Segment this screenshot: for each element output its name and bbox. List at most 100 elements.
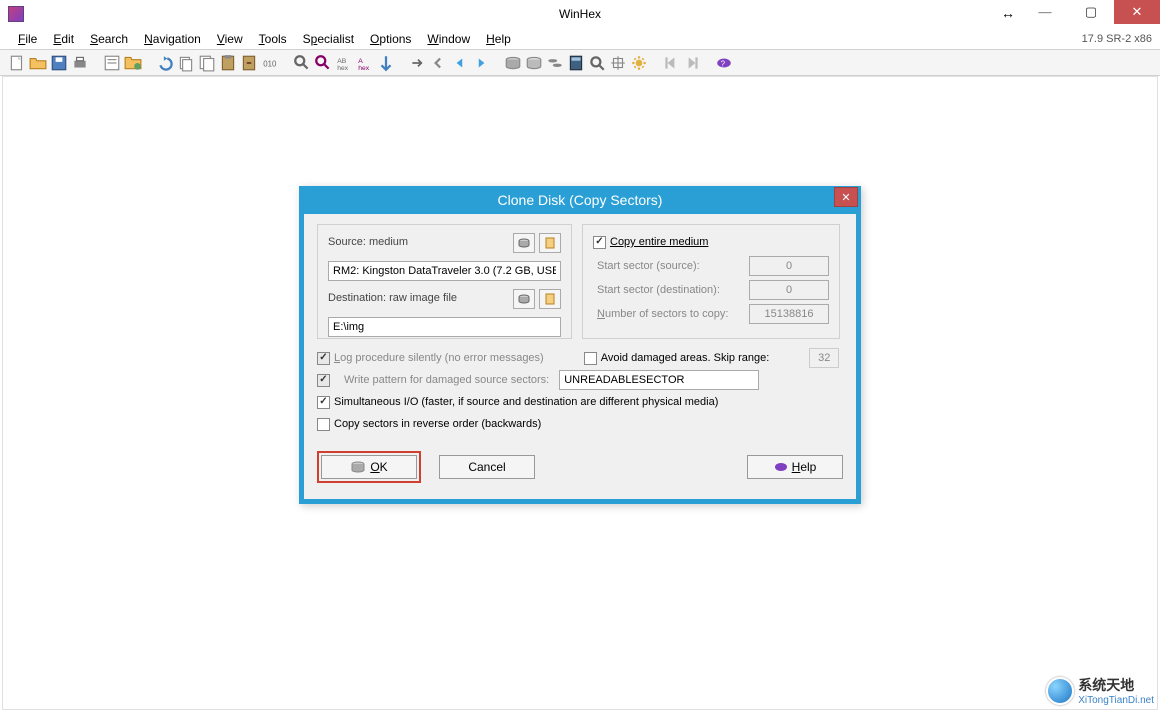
sector-panel: Copy entire medium Start sector (source)… — [582, 224, 840, 339]
disk2-icon[interactable] — [525, 54, 543, 72]
svg-text:?: ? — [721, 59, 726, 68]
paste-write-icon[interactable] — [240, 54, 258, 72]
save-icon[interactable] — [50, 54, 68, 72]
watermark-name: 系统天地 — [1078, 677, 1134, 693]
ok-highlight: OK — [317, 451, 421, 483]
window-controls: — ▢ ✕ — [1022, 0, 1160, 24]
dest-label: Destination: raw image file — [328, 292, 509, 304]
simultaneous-checkbox[interactable] — [317, 396, 330, 409]
analyze-icon[interactable] — [588, 54, 606, 72]
dest-value[interactable] — [328, 317, 561, 337]
dest-file-button[interactable] — [539, 289, 561, 309]
svg-text:hex: hex — [337, 64, 349, 71]
watermark-url: XiTongTianDi.net — [1078, 695, 1154, 706]
new-file-icon[interactable] — [8, 54, 26, 72]
source-value[interactable] — [328, 261, 561, 281]
window-title: WinHex — [559, 7, 601, 21]
version-label: 17.9 SR-2 x86 — [1082, 33, 1152, 45]
menu-view[interactable]: View — [209, 30, 251, 48]
menu-options[interactable]: Options — [362, 30, 419, 48]
log-silent-label: Log procedure silently (no error message… — [334, 352, 544, 364]
undo-icon[interactable] — [156, 54, 174, 72]
source-file-button[interactable] — [539, 233, 561, 253]
nav-last-icon[interactable] — [683, 54, 701, 72]
menu-search[interactable]: Search — [82, 30, 136, 48]
find-text-icon[interactable] — [293, 54, 311, 72]
folder-tree-icon[interactable] — [124, 54, 142, 72]
close-button[interactable]: ✕ — [1114, 0, 1160, 24]
copy-entire-label: Copy entire medium — [610, 236, 708, 248]
app-icon — [8, 6, 24, 22]
paste-icon[interactable] — [219, 54, 237, 72]
start-source-label: Start sector (source): — [597, 260, 749, 272]
num-sectors-field — [749, 304, 829, 324]
menu-help[interactable]: Help — [478, 30, 519, 48]
skip-range-field — [809, 348, 839, 368]
prev-icon[interactable] — [451, 54, 469, 72]
toolbar: 010 ABhex Ahex ? — [0, 50, 1160, 76]
maximize-button[interactable]: ▢ — [1068, 0, 1114, 24]
nav-first-icon[interactable] — [662, 54, 680, 72]
log-silent-checkbox — [317, 352, 330, 365]
hex-icon[interactable]: 010 — [261, 54, 279, 72]
clone-disk-dialog: Clone Disk (Copy Sectors) ✕ Source: medi… — [299, 186, 861, 504]
open-folder-icon[interactable] — [29, 54, 47, 72]
start-dest-field — [749, 280, 829, 300]
start-source-field — [749, 256, 829, 276]
dialog-title-bar: Clone Disk (Copy Sectors) ✕ — [299, 186, 861, 214]
watermark: 系统天地 XiTongTianDi.net — [1046, 675, 1154, 706]
menu-window[interactable]: Window — [419, 30, 478, 48]
menu-file[interactable]: File — [10, 30, 45, 48]
dialog-title: Clone Disk (Copy Sectors) — [498, 192, 663, 208]
minimize-button[interactable]: — — [1022, 0, 1068, 24]
ok-button[interactable]: OK — [321, 455, 417, 479]
replace-text-icon[interactable]: ABhex — [335, 54, 353, 72]
copy-block-icon[interactable] — [177, 54, 195, 72]
svg-text:010: 010 — [263, 59, 277, 68]
calculator-icon[interactable] — [567, 54, 585, 72]
dest-disk-button[interactable] — [513, 289, 535, 309]
next-icon[interactable] — [472, 54, 490, 72]
menu-navigation[interactable]: Navigation — [136, 30, 209, 48]
simultaneous-label: Simultaneous I/O (faster, if source and … — [334, 396, 718, 408]
num-sectors-label: Number of sectors to copy: — [597, 308, 749, 320]
menu-bar: File Edit Search Navigation View Tools S… — [0, 28, 1160, 50]
replace-hex-icon[interactable]: Ahex — [356, 54, 374, 72]
help-book-icon — [774, 461, 788, 473]
disk1-icon[interactable] — [504, 54, 522, 72]
properties-icon[interactable] — [103, 54, 121, 72]
source-label: Source: medium — [328, 236, 509, 248]
start-dest-label: Start sector (destination): — [597, 284, 749, 296]
help-icon[interactable]: ? — [715, 54, 733, 72]
avoid-damaged-checkbox[interactable] — [584, 352, 597, 365]
write-pattern-checkbox — [317, 374, 330, 387]
menu-edit[interactable]: Edit — [45, 30, 82, 48]
settings-icon[interactable] — [630, 54, 648, 72]
svg-text:hex: hex — [358, 64, 370, 71]
source-disk-button[interactable] — [513, 233, 535, 253]
back-icon[interactable] — [430, 54, 448, 72]
reverse-label: Copy sectors in reverse order (backwards… — [334, 418, 541, 430]
title-bar: WinHex ↔ — ▢ ✕ — [0, 0, 1160, 28]
disk-stack-icon — [350, 461, 366, 473]
find-hex-icon[interactable] — [314, 54, 332, 72]
menu-tools[interactable]: Tools — [251, 30, 295, 48]
cancel-button[interactable]: Cancel — [439, 455, 535, 479]
write-pattern-label: Write pattern for damaged source sectors… — [344, 374, 549, 386]
avoid-damaged-label: Avoid damaged areas. Skip range: — [601, 352, 770, 364]
source-dest-panel: Source: medium Destination: raw image fi… — [317, 224, 572, 339]
resize-hint-icon: ↔ — [1001, 5, 1015, 21]
reverse-checkbox[interactable] — [317, 418, 330, 431]
help-button[interactable]: Help — [747, 455, 843, 479]
dialog-close-button[interactable]: ✕ — [834, 187, 858, 207]
copy-entire-checkbox[interactable] — [593, 236, 606, 249]
clone-disk-icon[interactable] — [546, 54, 564, 72]
copy-icon[interactable] — [198, 54, 216, 72]
goto-offset-icon[interactable] — [409, 54, 427, 72]
position-icon[interactable] — [609, 54, 627, 72]
pattern-field[interactable] — [559, 370, 759, 390]
globe-icon — [1046, 677, 1074, 705]
menu-specialist[interactable]: Specialist — [295, 30, 362, 48]
print-icon[interactable] — [71, 54, 89, 72]
goto-icon[interactable] — [377, 54, 395, 72]
